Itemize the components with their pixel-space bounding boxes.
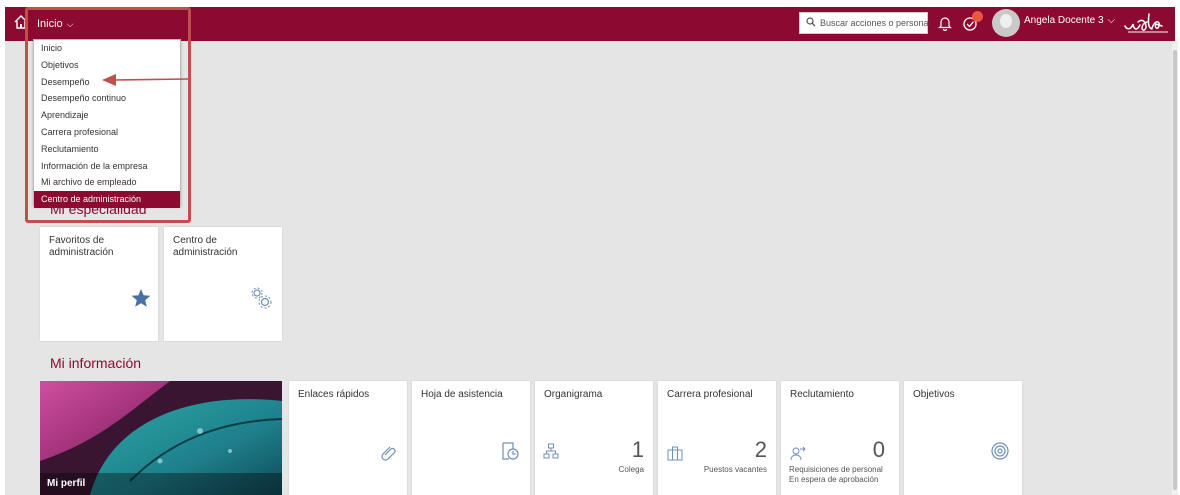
- tile-value-label: Colega: [618, 465, 644, 474]
- tile-title: Carrera profesional: [667, 389, 753, 400]
- tile-title: Centro de administración: [173, 235, 238, 258]
- user-name: Angela Docente 3: [1024, 15, 1104, 26]
- tile-value: 1: [631, 437, 644, 462]
- todo-count-badge: [972, 11, 983, 22]
- chevron-down-icon: ⌵: [1107, 15, 1116, 26]
- search-icon: [806, 17, 816, 29]
- timesheet-icon: [500, 441, 520, 466]
- requisition-icon: [790, 445, 806, 466]
- avatar[interactable]: [992, 9, 1020, 37]
- tile-value-sublabel: En espera de aprobación: [789, 475, 879, 484]
- tile-title: Objetivos: [913, 389, 955, 400]
- tile-value: 2: [754, 437, 767, 462]
- target-icon: [990, 441, 1010, 466]
- tile-centro-administracion[interactable]: Centro de administración: [164, 227, 282, 341]
- tile-favoritos-administracion[interactable]: Favoritos de administración: [40, 227, 158, 341]
- app-shell: Inicio ⌵ Angela Docente 3 ⌵: [0, 0, 1180, 495]
- tile-hoja-asistencia[interactable]: Hoja de asistencia: [412, 381, 530, 495]
- tile-organigrama[interactable]: Organigrama 1 Colega: [535, 381, 653, 495]
- search-input[interactable]: [820, 18, 930, 28]
- profile-label: Mi perfil: [47, 478, 86, 489]
- tile-title: Organigrama: [544, 389, 603, 400]
- tile-title: Reclutamiento: [790, 389, 854, 400]
- tile-value-label: Puestos vacantes: [703, 465, 767, 474]
- tile-carrera-profesional[interactable]: Carrera profesional 2 Puestos vacantes: [658, 381, 776, 495]
- scrollbar-thumb[interactable]: [1173, 50, 1177, 490]
- company-logo: [1122, 10, 1170, 36]
- star-icon: [130, 287, 152, 314]
- tile-title: Hoja de asistencia: [421, 389, 503, 400]
- section-title-informacion: Mi información: [50, 355, 142, 371]
- gears-icon: [248, 285, 274, 316]
- user-menu[interactable]: Angela Docente 3 ⌵: [1024, 15, 1115, 26]
- briefcase-icon: [667, 445, 683, 466]
- annotation-highlight-box: [25, 7, 191, 223]
- tile-objetivos[interactable]: Objetivos: [904, 381, 1022, 495]
- tile-enlaces-rapidos[interactable]: Enlaces rápidos: [289, 381, 407, 495]
- org-chart-icon: [543, 443, 559, 464]
- tile-title: Favoritos de administración: [49, 235, 114, 258]
- search-box[interactable]: [799, 12, 930, 34]
- annotation-arrow: [102, 74, 189, 86]
- tile-value: 0: [872, 437, 885, 462]
- bell-icon[interactable]: [938, 15, 952, 32]
- tile-title: Enlaces rápidos: [298, 389, 370, 400]
- tile-reclutamiento[interactable]: Reclutamiento 0 Requisiciones de persona…: [781, 381, 899, 495]
- tile-value-label: Requisiciones de personal: [789, 465, 883, 474]
- link-icon: [381, 443, 399, 466]
